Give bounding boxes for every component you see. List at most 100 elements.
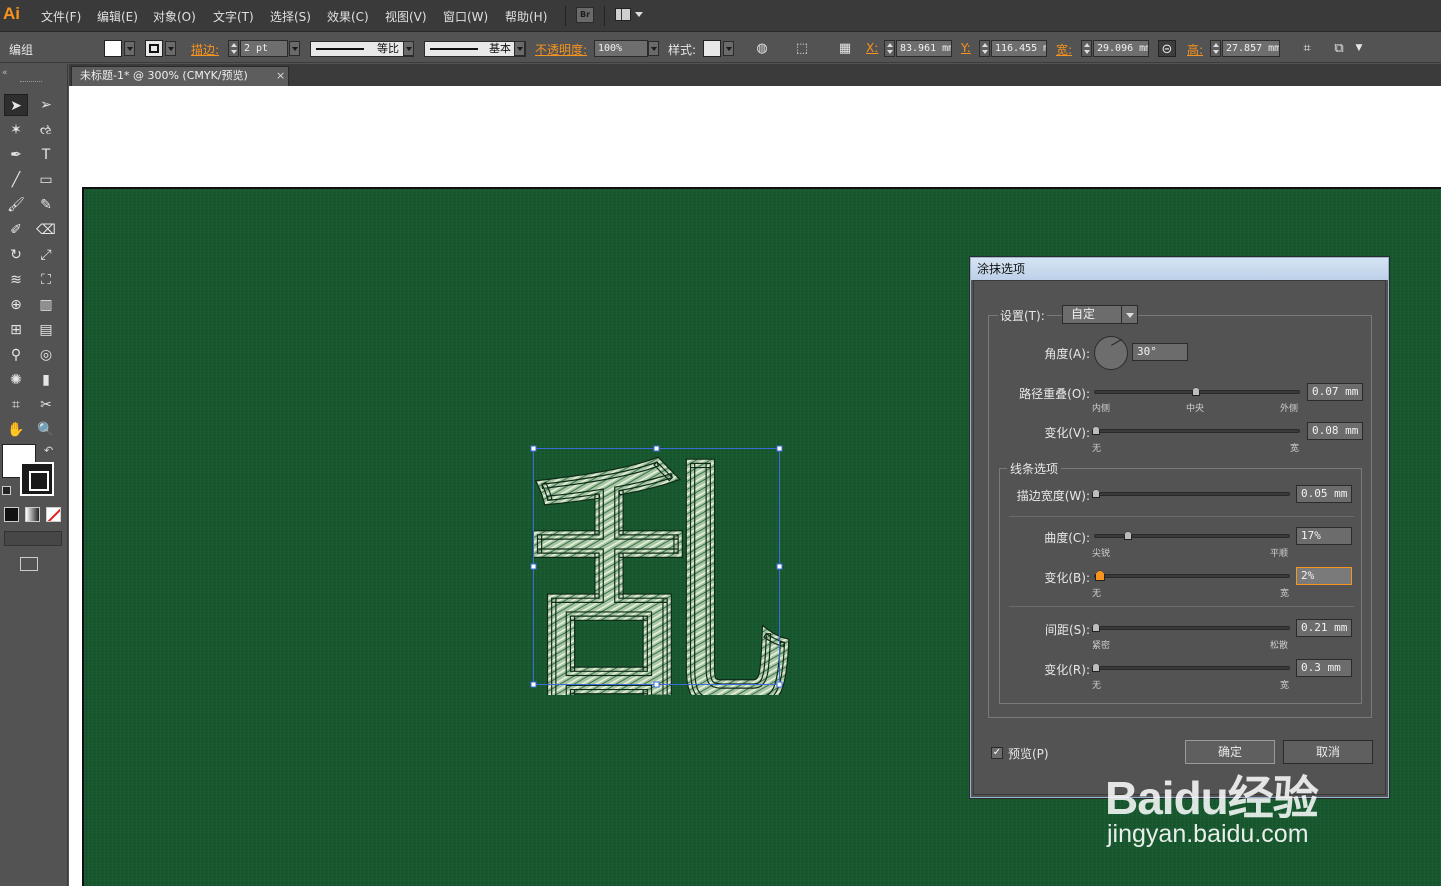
mesh-tool-icon[interactable]: ⊞ (4, 319, 28, 341)
stroke-weight-stepper[interactable] (228, 40, 239, 57)
blob-brush-tool-icon[interactable]: ✐ (4, 219, 28, 241)
width-field[interactable]: 29.096 mm (1093, 40, 1149, 57)
settings-select[interactable]: 自定 (1062, 305, 1138, 324)
lasso-tool-icon[interactable]: ઌ (34, 119, 58, 141)
symbol-sprayer-tool-icon[interactable]: ✺ (4, 369, 28, 391)
type-tool-icon[interactable]: T (34, 144, 58, 166)
artboard-tool-icon[interactable]: ⌗ (4, 394, 28, 416)
fill-dropdown[interactable] (124, 41, 135, 56)
reference-point-icon[interactable]: ▦ (836, 40, 854, 57)
stroke-color-dropdown[interactable] (165, 41, 176, 56)
eyedropper-tool-icon[interactable]: ⚲ (4, 344, 28, 366)
dialog-title[interactable]: 涂抹选项 (971, 258, 1388, 280)
menu-effect[interactable]: 效果(C) (327, 8, 369, 25)
drawing-modes-group[interactable] (4, 531, 62, 546)
y-label[interactable]: Y: (961, 41, 971, 55)
shape-builder-tool-icon[interactable]: ⊕ (4, 294, 28, 316)
x-field[interactable]: 83.961 mm (896, 40, 952, 57)
ok-button[interactable]: 确定 (1185, 740, 1275, 764)
graphic-style-swatch[interactable] (703, 40, 721, 57)
curviness-variation-field[interactable]: 2% (1296, 567, 1352, 585)
selection-tool-icon[interactable]: ➤ (4, 94, 28, 116)
menu-file[interactable]: 文件(F) (41, 8, 81, 25)
direct-selection-tool-icon[interactable]: ➢ (34, 94, 58, 116)
gradient-mode-icon[interactable] (25, 507, 40, 522)
pencil-tool-icon[interactable]: ✎ (34, 194, 58, 216)
opacity-label[interactable]: 不透明度: (535, 41, 587, 58)
path-overlap-field[interactable]: 0.07 mm (1307, 383, 1363, 401)
height-field[interactable]: 27.857 mm (1222, 40, 1280, 57)
menu-view[interactable]: 视图(V) (385, 8, 427, 25)
stroke-width-field[interactable]: 0.05 mm (1296, 485, 1352, 503)
width-label[interactable]: 宽: (1056, 41, 1072, 58)
panel-grip[interactable] (20, 81, 42, 83)
spacing-variation-slider[interactable] (1094, 666, 1290, 670)
rotate-tool-icon[interactable]: ↻ (4, 244, 28, 266)
height-label[interactable]: 高: (1187, 41, 1203, 58)
spacing-variation-field[interactable]: 0.3 mm (1296, 659, 1352, 677)
preview-checkbox[interactable]: ✓ (991, 747, 1003, 759)
brush-dropdown[interactable] (514, 41, 525, 56)
pen-tool-icon[interactable]: ✒ (4, 144, 28, 166)
zoom-tool-icon[interactable]: 🔍 (34, 419, 58, 441)
perspective-grid-tool-icon[interactable]: ▥ (34, 294, 58, 316)
bridge-button[interactable]: Br (576, 7, 594, 23)
stroke-weight-field[interactable]: 2 pt (240, 40, 288, 57)
stroke-label[interactable]: 描边: (191, 41, 219, 58)
height-stepper[interactable] (1210, 40, 1221, 57)
panel-menu-chevron-down-icon[interactable]: ▼ (1350, 40, 1368, 57)
rectangle-tool-icon[interactable]: ▭ (34, 169, 58, 191)
variation-slider[interactable] (1094, 429, 1300, 433)
align-to-icon[interactable]: ⬚ (793, 40, 811, 57)
isolate-group-icon[interactable]: ⧉ (1330, 40, 1348, 57)
menu-object[interactable]: 对象(O) (153, 8, 196, 25)
panel-collapse-icon[interactable]: « (2, 68, 8, 78)
constrain-proportions-link-icon[interactable]: ⊝ (1158, 40, 1176, 57)
preview-label[interactable]: 预览(P) (1008, 745, 1049, 762)
column-graph-tool-icon[interactable]: ▮ (34, 369, 58, 391)
workspace-switcher-button[interactable] (615, 7, 645, 23)
stroke-color-swatch[interactable] (145, 40, 163, 57)
none-mode-icon[interactable] (46, 507, 61, 522)
scale-tool-icon[interactable]: ⤢ (34, 244, 58, 266)
curviness-variation-slider[interactable] (1094, 574, 1290, 578)
style-dropdown[interactable] (723, 41, 734, 56)
x-stepper[interactable] (884, 40, 895, 57)
angle-field[interactable]: 30° (1132, 343, 1188, 361)
paintbrush-tool-icon[interactable]: 🖌 (4, 194, 28, 216)
menu-help[interactable]: 帮助(H) (505, 8, 547, 25)
curviness-field[interactable]: 17% (1296, 527, 1352, 545)
curviness-slider[interactable] (1094, 534, 1290, 538)
stroke-weight-dropdown[interactable] (289, 41, 300, 56)
variable-width-profile[interactable]: 等比 (310, 41, 414, 57)
spacing-field[interactable]: 0.21 mm (1296, 619, 1352, 637)
scribble-glyph-artwork[interactable]: 乱 (525, 440, 790, 695)
fill-color-swatch[interactable] (104, 40, 122, 57)
gradient-tool-icon[interactable]: ▤ (34, 319, 58, 341)
default-colors-icon[interactable] (2, 486, 11, 495)
width-stepper[interactable] (1081, 40, 1092, 57)
recolor-artwork-icon[interactable]: ◍ (753, 40, 771, 57)
screen-mode-icon[interactable] (20, 557, 38, 571)
blend-tool-icon[interactable]: ◎ (34, 344, 58, 366)
menu-type[interactable]: 文字(T) (213, 8, 254, 25)
angle-dial[interactable] (1094, 336, 1128, 370)
variation-field[interactable]: 0.08 mm (1307, 422, 1363, 440)
menu-select[interactable]: 选择(S) (270, 8, 311, 25)
hand-tool-icon[interactable]: ✋ (4, 419, 28, 441)
line-tool-icon[interactable]: ╱ (4, 169, 28, 191)
width-tool-icon[interactable]: ≋ (4, 269, 28, 291)
brush-definition[interactable]: 基本 (424, 41, 526, 57)
document-tab[interactable]: 未标题-1* @ 300% (CMYK/预览) × (71, 66, 289, 86)
transform-icon[interactable]: ⌗ (1298, 40, 1316, 57)
opacity-dropdown[interactable] (648, 41, 659, 56)
profile-dropdown[interactable] (403, 41, 414, 56)
x-label[interactable]: X: (866, 41, 878, 55)
free-transform-tool-icon[interactable]: ⛶ (34, 269, 58, 291)
stroke-color-box[interactable] (20, 462, 54, 496)
cancel-button[interactable]: 取消 (1283, 740, 1373, 764)
opacity-field[interactable]: 100% (594, 40, 648, 57)
menu-window[interactable]: 窗口(W) (443, 8, 488, 25)
color-mode-icon[interactable] (4, 507, 19, 522)
slice-tool-icon[interactable]: ✂ (34, 394, 58, 416)
